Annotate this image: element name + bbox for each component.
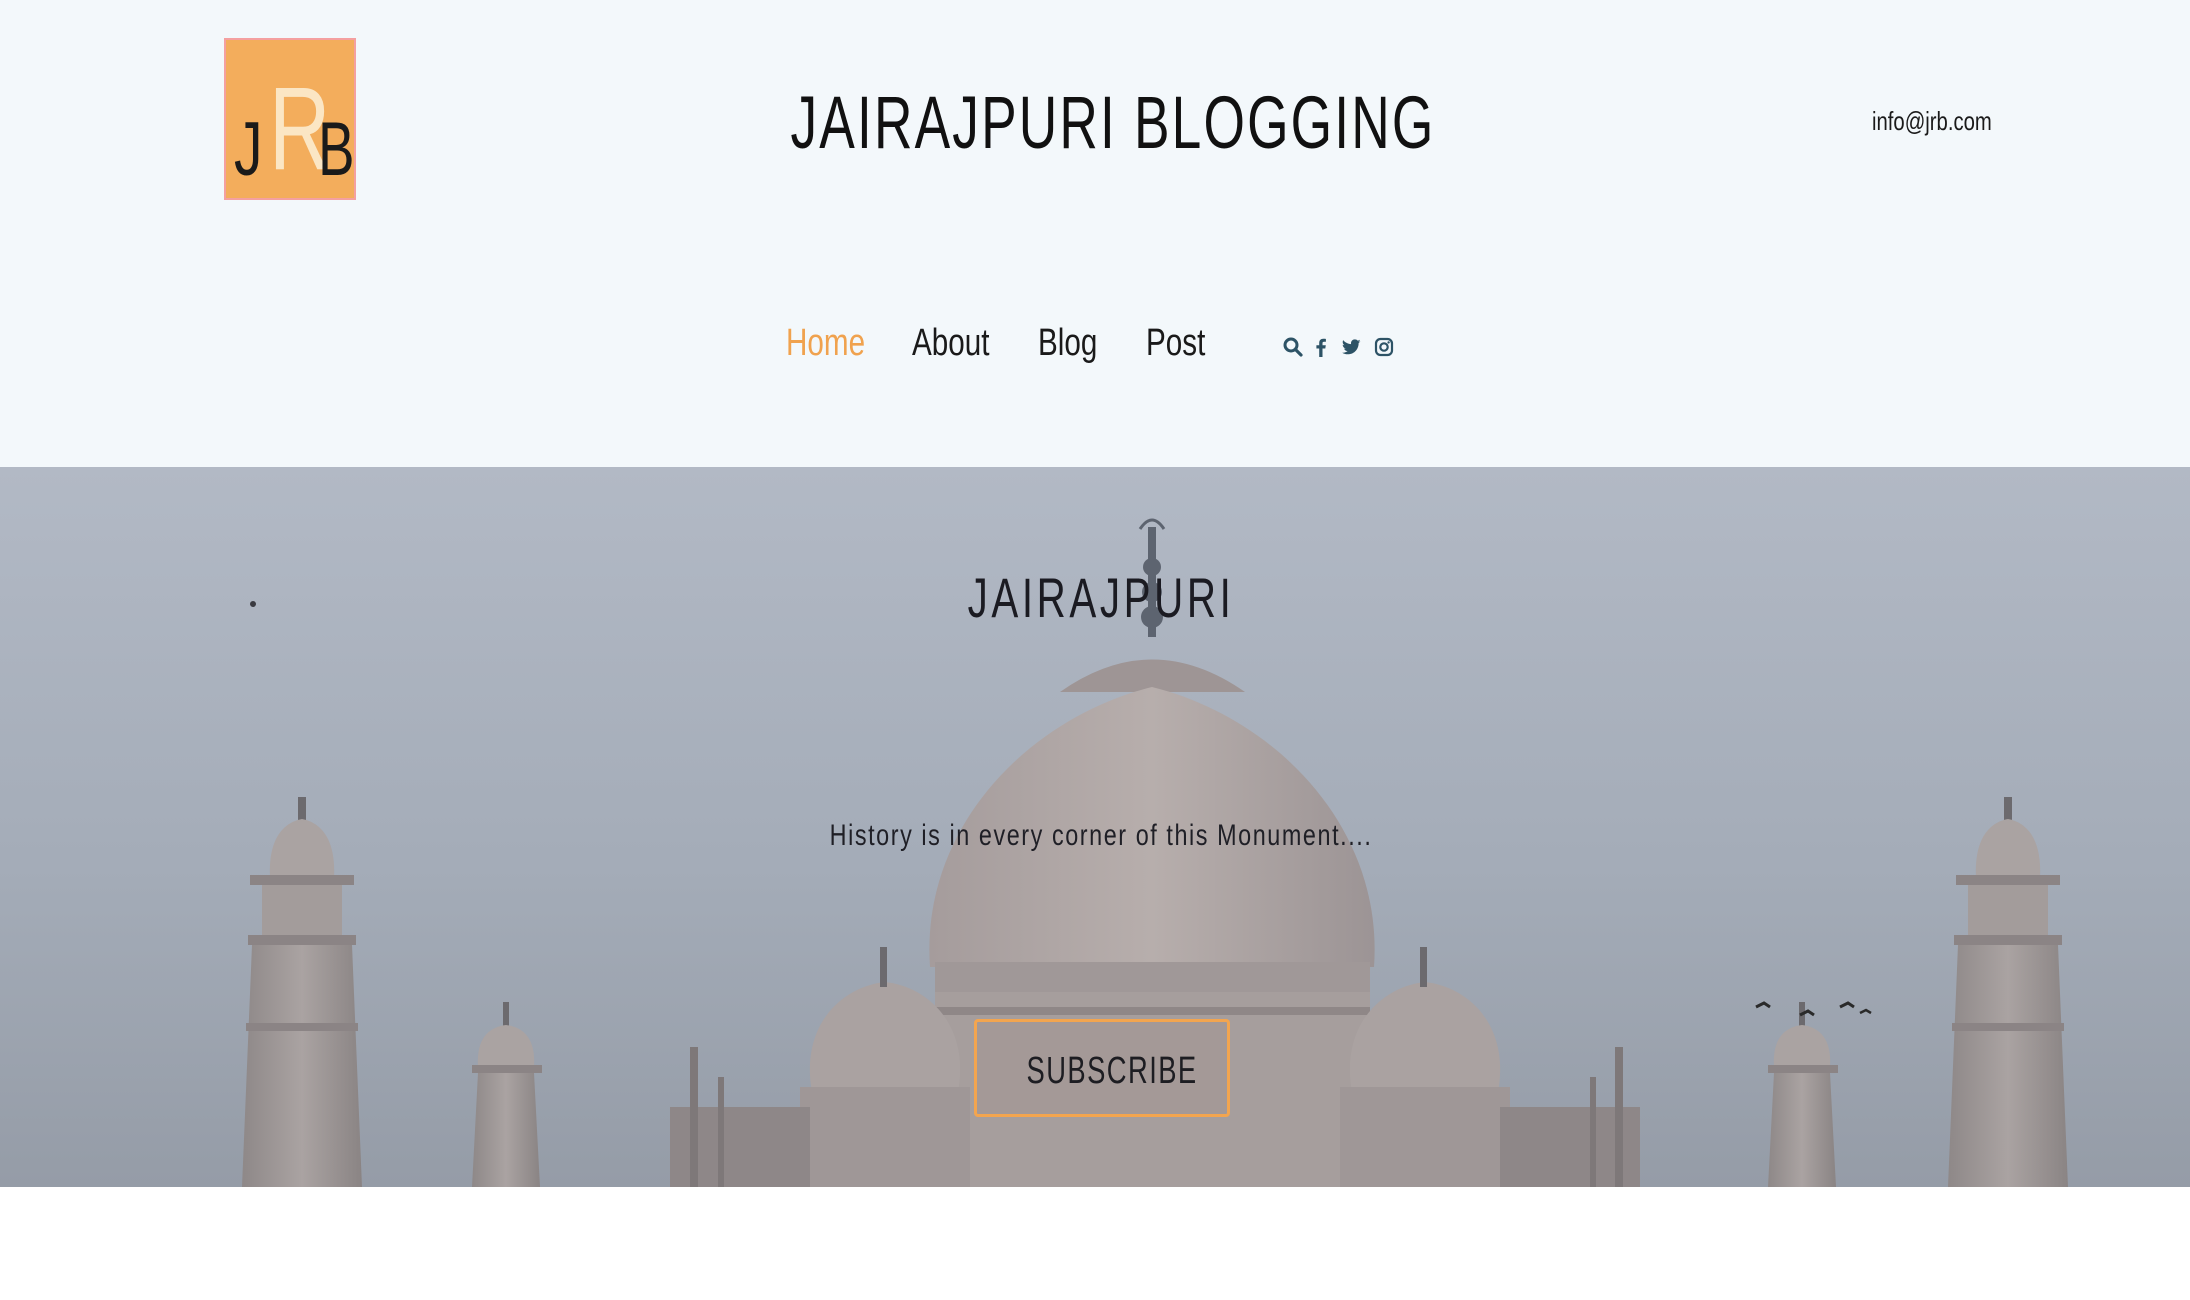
twitter-icon[interactable] — [1340, 336, 1362, 358]
instagram-icon[interactable] — [1373, 336, 1395, 358]
nav-item-post[interactable]: Post — [1146, 322, 1205, 365]
nav-item-blog[interactable]: Blog — [1038, 322, 1097, 365]
subscribe-button-label: SUBSCRIBE — [1026, 1050, 1198, 1092]
hero-subtitle: History is in every corner of this Monum… — [829, 819, 1373, 852]
page: J R B JAIRAJPURI BLOGGING info@jrb.com H… — [0, 0, 2190, 1300]
logo-letter-j: J — [234, 107, 263, 192]
site-title: JAIRAJPURI BLOGGING — [790, 81, 1436, 164]
site-header: J R B JAIRAJPURI BLOGGING info@jrb.com H… — [0, 0, 2190, 467]
hero-section: JAIRAJPURI History is in every corner of… — [0, 467, 2190, 1187]
hero-heading: JAIRAJPURI — [967, 566, 1235, 629]
nav-item-home[interactable]: Home — [786, 322, 865, 365]
nav-item-about[interactable]: About — [912, 322, 989, 365]
subscribe-button[interactable]: SUBSCRIBE — [974, 1019, 1230, 1117]
search-icon[interactable] — [1282, 336, 1304, 358]
contact-email-link[interactable]: info@jrb.com — [1872, 106, 1992, 137]
facebook-icon[interactable] — [1310, 336, 1332, 358]
